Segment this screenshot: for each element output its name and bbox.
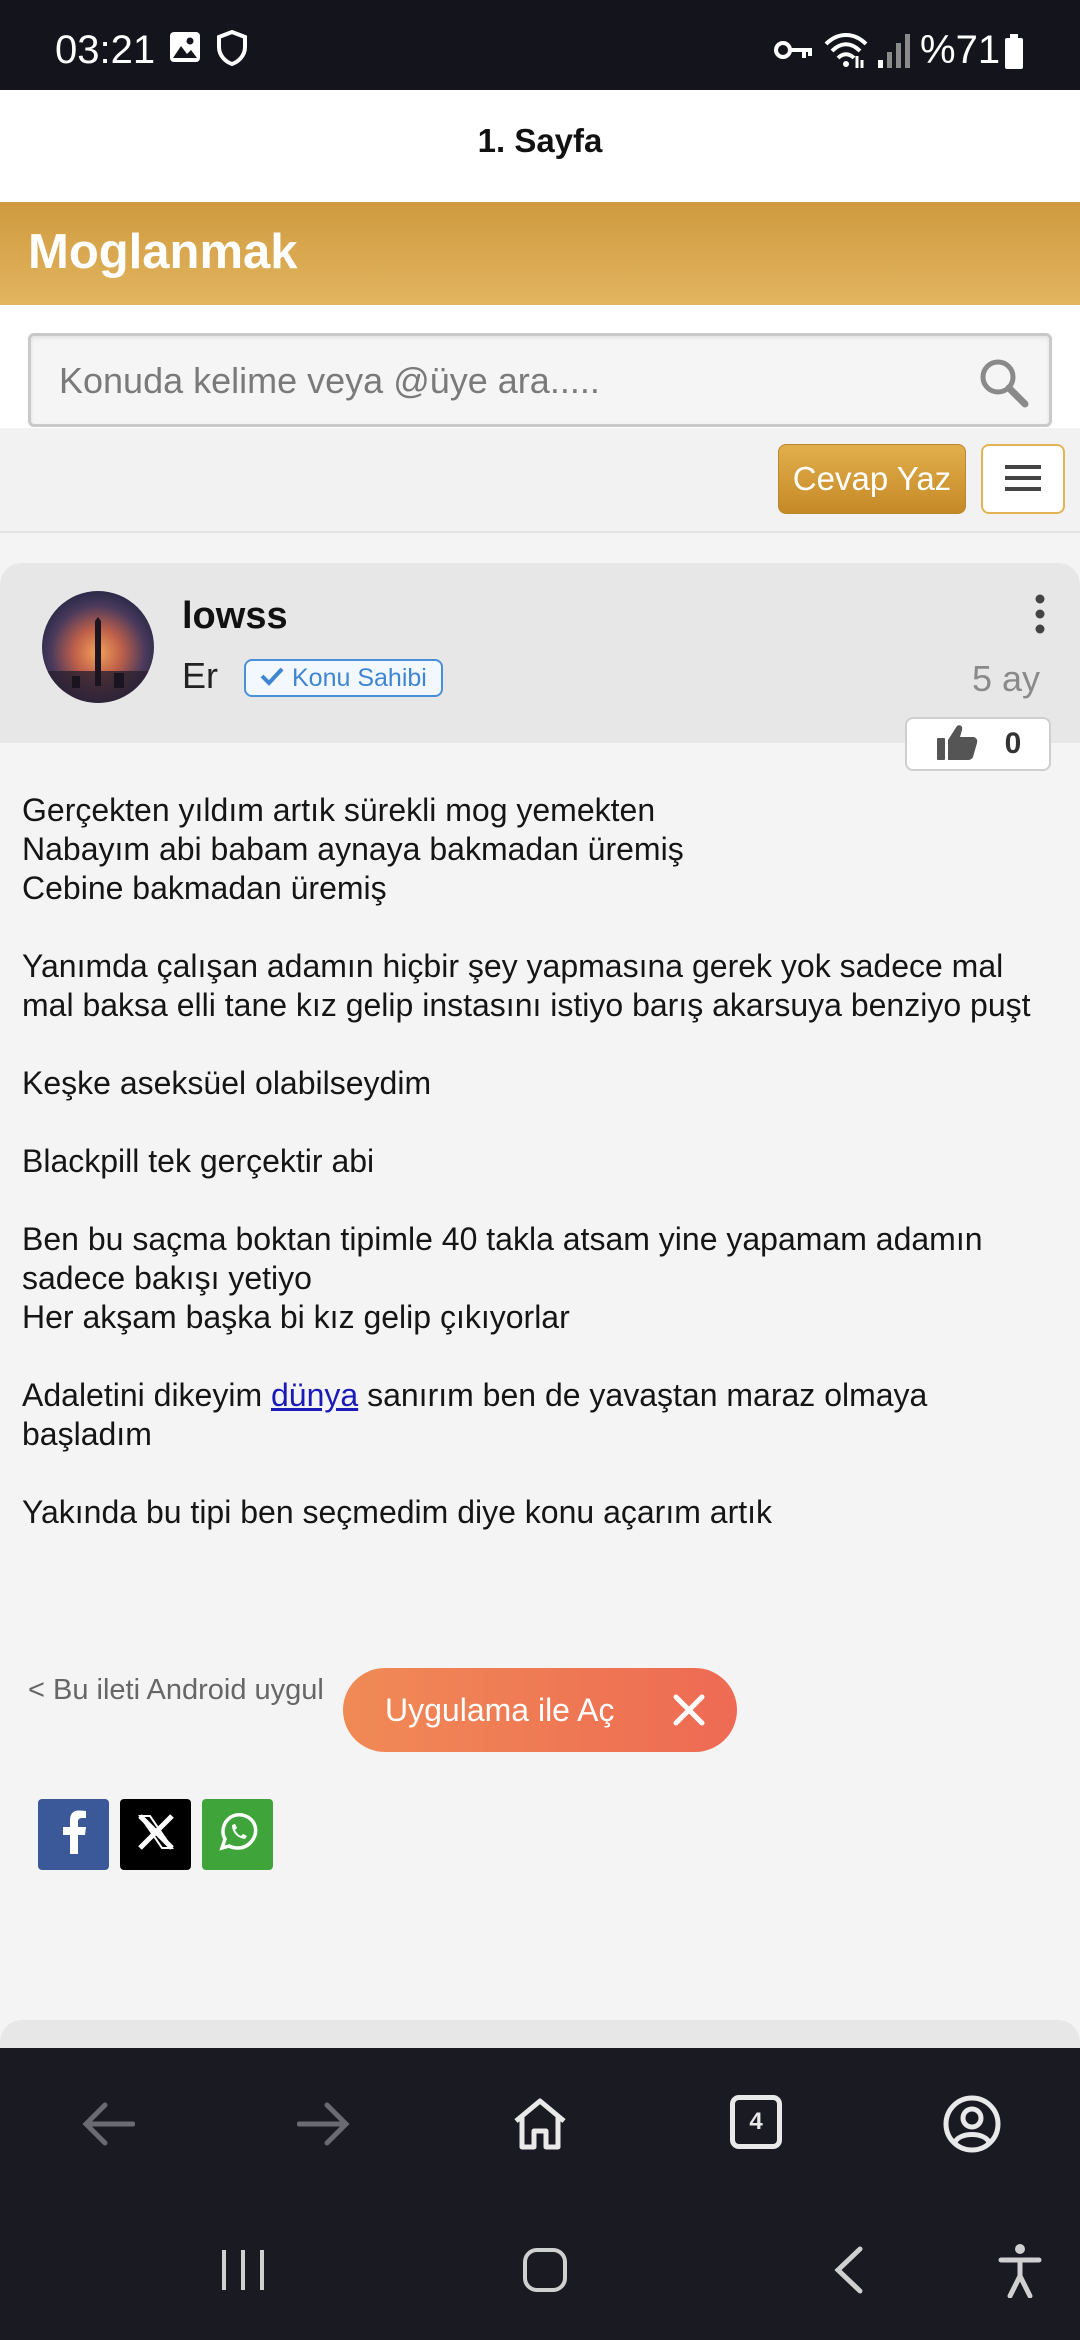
- status-time: 03:21: [55, 28, 156, 72]
- forum-name[interactable]: Moglanmak: [28, 224, 298, 280]
- home-button-icon[interactable]: [515, 2240, 575, 2300]
- accessibility-icon[interactable]: [990, 2240, 1050, 2300]
- system-nav-bar: [0, 2198, 1080, 2340]
- home-icon[interactable]: [508, 2092, 572, 2156]
- thread-toolbar: Cevap Yaz: [0, 428, 1080, 533]
- post-time: 5 ay: [971, 658, 1040, 699]
- post-paragraph: Yanımda çalışan adamın hiçbir şey yapmas…: [22, 948, 1031, 1023]
- post-body: Gerçekten yıldım artık sürekli mog yemek…: [22, 791, 1062, 1571]
- search-icon[interactable]: [975, 354, 1031, 410]
- owner-badge-label: Konu Sahibi: [292, 663, 427, 692]
- battery-text: %71: [920, 28, 1001, 72]
- tabs-button[interactable]: 4: [730, 2095, 782, 2149]
- battery-icon: [1004, 34, 1024, 75]
- back-icon[interactable]: [818, 2240, 878, 2300]
- post-paragraph: Ben bu saçma boktan tipimle 40 takla ats…: [22, 1221, 983, 1335]
- share-x-button[interactable]: [120, 1799, 191, 1870]
- key-icon: [774, 38, 814, 67]
- forum-banner[interactable]: Moglanmak: [0, 202, 1080, 305]
- hamburger-icon: [1003, 463, 1043, 496]
- whatsapp-icon: [216, 1810, 260, 1859]
- share-facebook-button[interactable]: [38, 1799, 109, 1870]
- close-icon[interactable]: [671, 1692, 707, 1728]
- avatar[interactable]: [42, 591, 154, 703]
- owner-badge: Konu Sahibi: [244, 659, 443, 697]
- post-paragraph: Blackpill tek gerçektir abi: [22, 1143, 375, 1179]
- username[interactable]: lowss: [182, 595, 288, 638]
- signal-icon: [876, 32, 910, 75]
- search-bar: [0, 305, 1080, 428]
- check-icon: [260, 664, 284, 693]
- browser-toolbar: [0, 2048, 1080, 2198]
- post-paragraph: Adaletini dikeyim dünya sanırım ben de y…: [22, 1377, 928, 1452]
- image-icon: [168, 30, 202, 69]
- recent-apps-icon[interactable]: [213, 2240, 273, 2300]
- wifi-icon: [824, 30, 868, 75]
- post-paragraph: Gerçekten yıldım artık sürekli mog yemek…: [22, 792, 684, 906]
- reply-button[interactable]: Cevap Yaz: [778, 444, 966, 514]
- thumbs-up-icon: [935, 722, 979, 767]
- status-bar: 03:21 %71: [0, 0, 1080, 90]
- x-icon: [136, 1812, 176, 1857]
- user-rank: Er: [182, 655, 218, 696]
- like-button[interactable]: 0: [905, 717, 1051, 771]
- back-arrow-icon[interactable]: [76, 2092, 140, 2156]
- page-header: 1. Sayfa: [0, 90, 1080, 202]
- open-with-app-label: Uygulama ile Aç: [385, 1691, 615, 1728]
- android-app-note: < Bu ileti Android uygul: [28, 1674, 324, 1706]
- share-row: [38, 1799, 273, 1870]
- share-whatsapp-button[interactable]: [202, 1799, 273, 1870]
- shield-icon: [216, 29, 248, 71]
- more-options-icon[interactable]: [1028, 593, 1052, 637]
- forward-arrow-icon[interactable]: [292, 2092, 356, 2156]
- post-header: lowss Er Konu Sahibi 5 ay: [0, 563, 1080, 743]
- facebook-icon: [59, 1810, 89, 1859]
- search-box[interactable]: [28, 333, 1052, 427]
- next-post-card: [0, 2020, 1080, 2050]
- account-icon[interactable]: [940, 2092, 1004, 2156]
- menu-button[interactable]: [981, 444, 1065, 514]
- post-paragraph: Yakında bu tipi ben seçmedim diye konu a…: [22, 1494, 772, 1530]
- search-input[interactable]: [59, 358, 959, 404]
- post-link[interactable]: dünya: [271, 1377, 358, 1413]
- like-count: 0: [1004, 727, 1022, 760]
- page-title: 1. Sayfa: [477, 122, 603, 159]
- open-with-app-button[interactable]: Uygulama ile Aç: [343, 1668, 737, 1752]
- post-paragraph: Keşke aseksüel olabilseydim: [22, 1065, 432, 1101]
